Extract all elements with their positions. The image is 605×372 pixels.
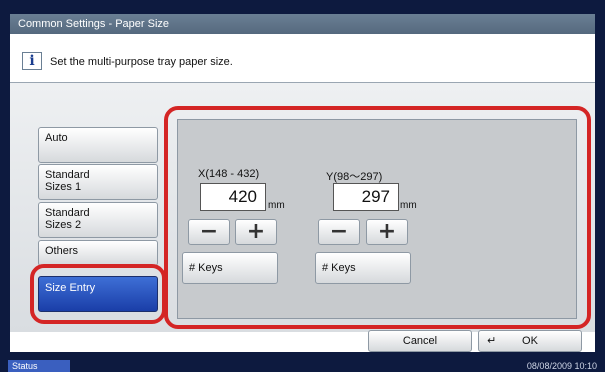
y-range-label: Y(98〜297) — [326, 171, 383, 183]
tab-standard-sizes-1[interactable]: Standard Sizes 1 — [38, 164, 158, 200]
tab-label: Standard Sizes 2 — [45, 207, 90, 231]
tab-label: Standard Sizes 1 — [45, 169, 90, 193]
tab-others[interactable]: Others — [38, 240, 158, 266]
y-value-display[interactable]: 297 — [333, 183, 399, 211]
x-value-display[interactable]: 420 — [200, 183, 266, 211]
ok-button[interactable]: ↵ OK — [478, 330, 582, 352]
x-increase-button[interactable]: + — [235, 219, 277, 245]
minus-icon: − — [329, 219, 349, 244]
y-unit: mm — [400, 200, 417, 211]
status-button[interactable]: Status — [8, 360, 70, 372]
ok-label: OK — [522, 335, 538, 347]
y-increase-button[interactable]: + — [366, 219, 408, 245]
tab-standard-sizes-2[interactable]: Standard Sizes 2 — [38, 202, 158, 238]
tab-auto[interactable]: Auto — [38, 127, 158, 163]
x-numeric-keys-button[interactable]: # Keys — [182, 252, 278, 284]
plus-icon: + — [246, 219, 266, 244]
status-bar — [0, 358, 605, 372]
x-range-label: X(148 - 432) — [198, 168, 260, 180]
window-title: Common Settings - Paper Size — [10, 14, 595, 34]
tab-size-entry[interactable]: Size Entry — [38, 276, 158, 312]
cancel-button[interactable]: Cancel — [368, 330, 472, 352]
tab-label: Others — [45, 245, 79, 257]
info-message: Set the multi-purpose tray paper size. — [50, 56, 233, 68]
info-icon: i — [22, 52, 42, 70]
y-numeric-keys-button[interactable]: # Keys — [315, 252, 411, 284]
y-decrease-button[interactable]: − — [318, 219, 360, 245]
tab-label: Auto — [45, 132, 68, 144]
keys-label: # Keys — [322, 262, 356, 274]
enter-icon: ↵ — [487, 334, 497, 347]
plus-icon: + — [377, 219, 397, 244]
minus-icon: − — [199, 219, 219, 244]
x-decrease-button[interactable]: − — [188, 219, 230, 245]
cancel-label: Cancel — [402, 335, 438, 347]
datetime: 08/08/2009 10:10 — [526, 361, 597, 371]
x-unit: mm — [268, 200, 285, 211]
keys-label: # Keys — [189, 262, 223, 274]
tab-label: Size Entry — [45, 282, 96, 294]
